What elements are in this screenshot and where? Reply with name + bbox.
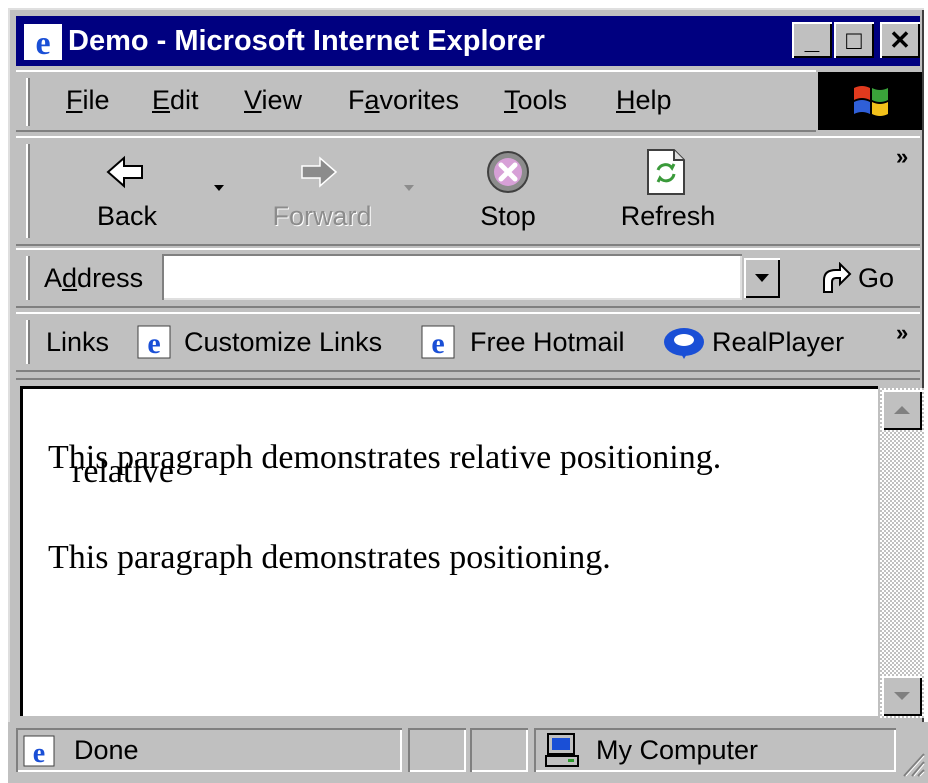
- vertical-scrollbar[interactable]: [880, 388, 924, 718]
- my-computer-icon: [545, 733, 579, 767]
- address-label: Address: [44, 263, 144, 293]
- status-text: Done: [74, 735, 139, 765]
- back-arrow-icon: [106, 155, 143, 189]
- resize-grip-icon: [903, 753, 925, 777]
- go-label: Go: [858, 263, 895, 293]
- content-separator: [16, 378, 920, 382]
- back-dropdown-arrow[interactable]: [212, 180, 226, 198]
- paragraph-positioning: This paragraph demonstrates positioning.: [48, 539, 611, 576]
- toolbar-overflow-chevron[interactable]: »: [896, 144, 908, 170]
- menu-help[interactable]: Help: [616, 82, 672, 118]
- links-label: Links: [46, 327, 110, 357]
- arrow-down-icon: [894, 692, 910, 700]
- address-dropdown-button[interactable]: [744, 258, 780, 298]
- window-title: Demo - Microsoft Internet Explorer: [68, 25, 545, 57]
- link-label: Free Hotmail: [470, 327, 625, 357]
- refresh-button[interactable]: Refresh: [604, 146, 732, 238]
- menu-favorites[interactable]: Favorites: [348, 82, 459, 118]
- ie-app-icon[interactable]: e: [22, 22, 64, 62]
- link-free-hotmail[interactable]: e Free Hotmail: [418, 320, 638, 364]
- svg-text:e: e: [431, 327, 444, 360]
- stop-label: Stop: [480, 201, 536, 231]
- scroll-up-button[interactable]: [882, 390, 922, 430]
- minimize-button[interactable]: _: [792, 22, 832, 58]
- forward-button[interactable]: Forward: [252, 146, 392, 238]
- svg-text:e: e: [147, 327, 160, 360]
- ie-page-icon: e: [137, 325, 171, 360]
- menu-file[interactable]: File: [66, 82, 110, 118]
- forward-dropdown-arrow[interactable]: [402, 180, 416, 198]
- forward-label: Forward: [272, 201, 372, 231]
- go-arrow-icon: [823, 262, 852, 293]
- status-pane-progress: [408, 728, 466, 772]
- menu-tools[interactable]: Tools: [504, 82, 567, 118]
- arrow-up-icon: [894, 406, 910, 414]
- ie-page-icon: e: [23, 735, 55, 768]
- links-overflow-chevron[interactable]: »: [896, 320, 908, 346]
- menu-bar-grip[interactable]: [26, 78, 30, 126]
- maximize-button[interactable]: □: [834, 22, 874, 58]
- forward-arrow-icon: [301, 156, 338, 188]
- realplayer-icon: [664, 328, 704, 359]
- back-label: Back: [96, 201, 158, 231]
- relative-overlap-text: relative: [72, 453, 174, 490]
- link-label: RealPlayer: [712, 327, 845, 357]
- address-bar-grip[interactable]: [26, 256, 30, 300]
- link-realplayer[interactable]: RealPlayer: [660, 320, 860, 364]
- chevron-down-icon: [755, 274, 769, 282]
- scroll-down-button[interactable]: [882, 676, 922, 716]
- svg-text:e: e: [33, 738, 45, 768]
- refresh-icon: [647, 149, 685, 195]
- close-button[interactable]: ✕: [880, 22, 920, 58]
- stop-button[interactable]: Stop: [456, 146, 560, 238]
- menu-view[interactable]: View: [244, 82, 302, 118]
- links-bar-grip[interactable]: [26, 320, 30, 364]
- toolbar-grip[interactable]: [26, 144, 30, 238]
- go-button[interactable]: Go: [816, 256, 906, 300]
- back-button[interactable]: Back: [68, 146, 188, 238]
- link-label: Customize Links: [184, 327, 383, 357]
- menu-edit[interactable]: Edit: [152, 82, 199, 118]
- link-customize-links[interactable]: e Customize Links: [134, 320, 394, 364]
- status-pane-secure: [470, 728, 528, 772]
- status-zone-text: My Computer: [596, 735, 759, 765]
- stop-icon: [487, 151, 529, 193]
- windows-logo: [818, 72, 922, 130]
- refresh-label: Refresh: [620, 201, 716, 231]
- svg-text:e: e: [35, 25, 50, 62]
- ie-page-icon: e: [421, 325, 455, 360]
- address-input[interactable]: [162, 254, 742, 300]
